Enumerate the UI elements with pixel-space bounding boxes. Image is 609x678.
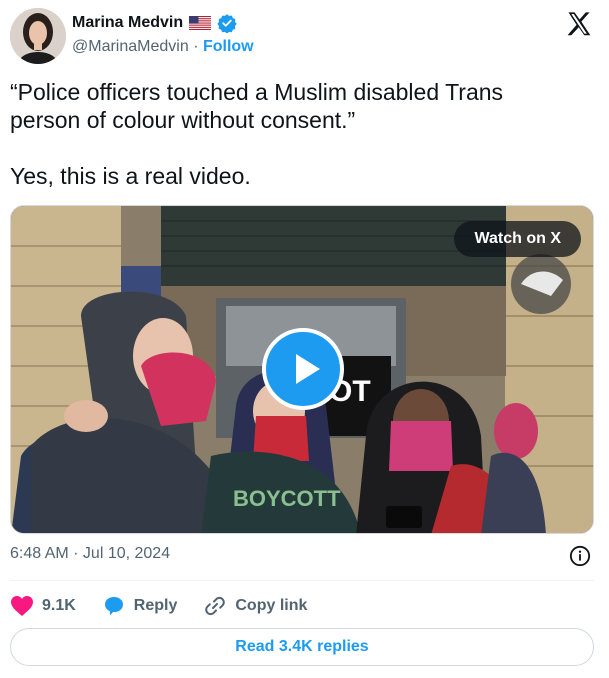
author-handle[interactable]: @MarinaMedvin xyxy=(72,38,189,55)
video-player[interactable]: OT BOYCOTT Watch on X xyxy=(10,205,594,534)
tweet-text: “Police officers touched a Muslim disabl… xyxy=(10,78,570,190)
us-flag-icon xyxy=(189,16,212,30)
author-name[interactable]: Marina Medvin xyxy=(72,14,183,32)
avatar-image xyxy=(10,8,66,64)
info-icon[interactable] xyxy=(569,545,591,567)
separator-dot: · xyxy=(193,38,199,55)
author-name-row[interactable]: Marina Medvin xyxy=(72,13,237,33)
link-icon xyxy=(205,596,226,616)
author-avatar[interactable] xyxy=(10,8,66,64)
tweet-comment: Yes, this is a real video. xyxy=(10,163,251,189)
reply-button[interactable]: Reply xyxy=(102,595,178,617)
x-logo-icon[interactable] xyxy=(565,10,593,38)
play-button[interactable] xyxy=(262,328,344,410)
play-icon xyxy=(296,354,320,384)
author-handle-row: @MarinaMedvin · Follow xyxy=(72,38,254,56)
divider xyxy=(10,580,594,581)
follow-button[interactable]: Follow xyxy=(203,38,254,55)
copy-link-label: Copy link xyxy=(235,597,308,614)
reply-bubble-icon xyxy=(104,597,123,616)
action-bar: 9.1K Reply Copy link xyxy=(10,592,333,620)
copy-link-button[interactable]: Copy link xyxy=(203,594,307,618)
watch-on-x-button[interactable]: Watch on X xyxy=(454,221,581,257)
heart-icon xyxy=(11,596,33,616)
verified-badge-icon xyxy=(217,14,237,33)
like-button[interactable]: 9.1K xyxy=(10,595,76,617)
shirt-text: BOYCOTT xyxy=(233,486,341,511)
reply-label: Reply xyxy=(133,597,178,614)
tweet-quote: “Police officers touched a Muslim disabl… xyxy=(10,79,504,133)
like-count: 9.1K xyxy=(42,597,76,614)
read-replies-button[interactable]: Read 3.4K replies xyxy=(10,628,594,666)
tweet-timestamp[interactable]: 6:48 AM · Jul 10, 2024 xyxy=(10,545,170,563)
